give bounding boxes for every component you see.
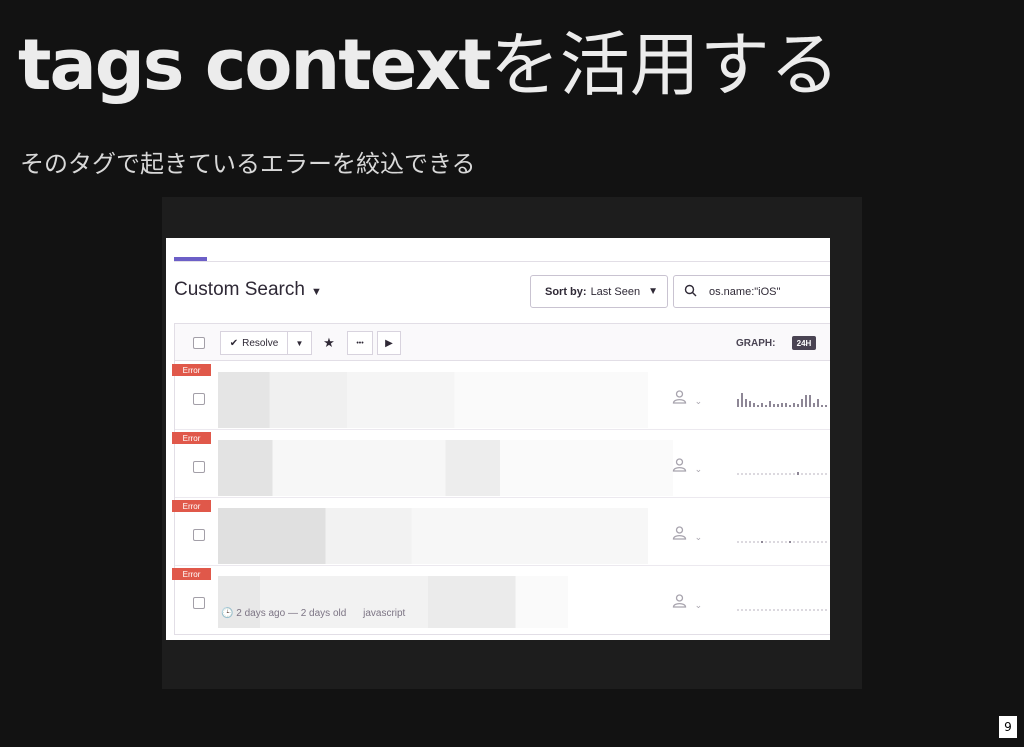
issue-age: 2 days ago — 2 days old	[236, 608, 347, 619]
slide-title: tags contextを活用する	[18, 30, 840, 100]
issue-checkbox[interactable]	[193, 461, 205, 473]
user-icon	[672, 526, 691, 543]
more-icon: •••	[356, 339, 364, 347]
select-all-checkbox[interactable]	[193, 337, 205, 349]
search-icon	[684, 284, 697, 300]
slide-subtitle: そのタグで起きているエラーを絞込できる	[20, 150, 476, 178]
slide-title-latin: tags context	[18, 24, 492, 106]
event-sparkline	[737, 609, 829, 611]
issue-checkbox[interactable]	[193, 597, 205, 609]
chevron-down-icon: ⌄	[694, 396, 703, 406]
issue-checkbox[interactable]	[193, 393, 205, 405]
resolve-options-button[interactable]: ▼	[287, 331, 312, 355]
error-level-badge: Error	[172, 364, 211, 376]
issue-row[interactable]: Error ⌄	[172, 498, 830, 566]
bookmark-button[interactable]: ★	[316, 331, 342, 355]
user-icon	[672, 458, 691, 475]
assignee-selector[interactable]: ⌄	[672, 594, 702, 611]
graph-label: GRAPH:	[736, 338, 776, 349]
saved-search-label: Custom Search	[174, 279, 305, 300]
resolve-button[interactable]: ✔ Resolve	[220, 331, 288, 355]
sort-value: Last Seen	[590, 285, 641, 298]
issue-row[interactable]: Error ⌄	[172, 566, 830, 634]
chevron-down-icon: ▼	[648, 286, 659, 297]
error-level-badge: Error	[172, 568, 211, 580]
issue-row[interactable]: Error ⌄	[172, 430, 830, 498]
redacted-issue-details	[218, 508, 648, 564]
issue-platform: javascript	[363, 608, 406, 619]
star-icon: ★	[323, 335, 335, 350]
realtime-play-button[interactable]: ▶	[377, 331, 401, 355]
page-number: 9	[999, 716, 1017, 738]
error-level-badge: Error	[172, 432, 211, 444]
clock-icon: 🕒	[221, 608, 234, 619]
search-query: os.name:"iOS"	[709, 285, 781, 298]
issue-row[interactable]: Error ⌄	[172, 362, 830, 430]
redacted-issue-details	[218, 372, 648, 428]
assignee-selector[interactable]: ⌄	[672, 458, 702, 475]
check-icon: ✔	[229, 337, 239, 349]
chevron-down-icon: ⌄	[694, 464, 703, 474]
chevron-down-icon: ▼	[310, 286, 322, 298]
tab-divider	[174, 261, 830, 262]
resolve-label: Resolve	[242, 337, 279, 349]
saved-search-title[interactable]: Custom Search ▼	[174, 279, 322, 301]
event-sparkline	[737, 393, 827, 407]
sentry-issue-list-screenshot: Custom Search ▼ Sort by: Last Seen ▼ os.n…	[166, 238, 830, 640]
user-icon	[672, 594, 691, 611]
user-icon	[672, 390, 691, 407]
issue-meta: 🕒 2 days ago — 2 days old javascript	[221, 608, 405, 619]
issue-list-panel: ✔ Resolve ▼ ★ ••• ▶ GRAPH: 24H Error ⌄ E…	[172, 323, 830, 635]
assignee-selector[interactable]: ⌄	[672, 526, 702, 543]
chevron-down-icon: ⌄	[694, 532, 703, 542]
error-level-badge: Error	[172, 500, 211, 512]
sort-dropdown[interactable]: Sort by: Last Seen ▼	[530, 275, 668, 308]
play-icon: ▶	[385, 337, 393, 349]
event-sparkline	[737, 472, 829, 475]
event-sparkline	[737, 541, 829, 543]
issue-checkbox[interactable]	[193, 529, 205, 541]
sort-label: Sort by:	[545, 285, 587, 298]
slide-title-jp: を活用する	[489, 24, 840, 106]
redacted-issue-details	[218, 576, 568, 628]
search-input[interactable]: os.name:"iOS"	[673, 275, 830, 308]
more-actions-button[interactable]: •••	[347, 331, 373, 355]
chevron-down-icon: ▼	[295, 338, 304, 348]
graph-period-24h-toggle[interactable]: 24H	[792, 336, 816, 350]
redacted-issue-details	[218, 440, 673, 496]
assignee-selector[interactable]: ⌄	[672, 390, 702, 407]
chevron-down-icon: ⌄	[694, 600, 703, 610]
bulk-actions-toolbar: ✔ Resolve ▼ ★ ••• ▶ GRAPH: 24H	[175, 324, 830, 361]
